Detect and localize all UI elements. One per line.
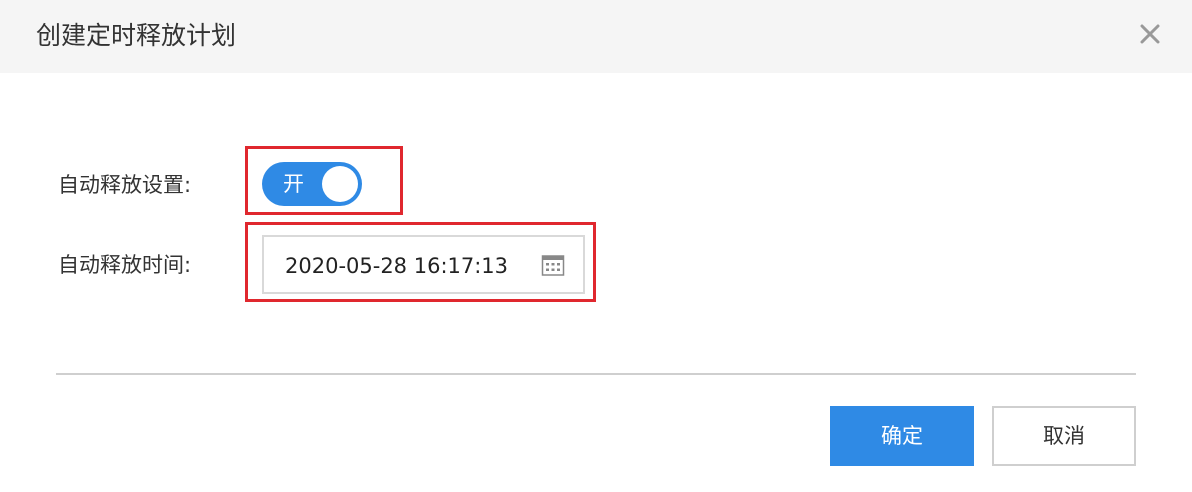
- auto-release-toggle[interactable]: 开: [262, 162, 362, 206]
- dialog-header: 创建定时释放计划: [0, 0, 1192, 73]
- toggle-knob: [322, 166, 358, 202]
- release-time-value: 2020-05-28 16:17:13: [285, 254, 509, 278]
- create-release-plan-dialog: 创建定时释放计划 自动释放设置: 开 自动释放时间: 2020-05-28 16…: [0, 0, 1192, 492]
- toggle-on-text: 开: [283, 172, 304, 196]
- dialog-title: 创建定时释放计划: [36, 21, 237, 50]
- auto-release-time-label: 自动释放时间:: [58, 253, 192, 277]
- close-icon: [1136, 20, 1164, 48]
- confirm-button[interactable]: 确定: [830, 406, 974, 466]
- footer-divider: [56, 373, 1136, 375]
- close-button[interactable]: [1136, 20, 1164, 48]
- auto-release-setting-label: 自动释放设置:: [58, 173, 192, 197]
- cancel-button[interactable]: 取消: [992, 406, 1136, 466]
- release-time-input[interactable]: 2020-05-28 16:17:13: [262, 235, 585, 294]
- calendar-icon[interactable]: [541, 253, 565, 277]
